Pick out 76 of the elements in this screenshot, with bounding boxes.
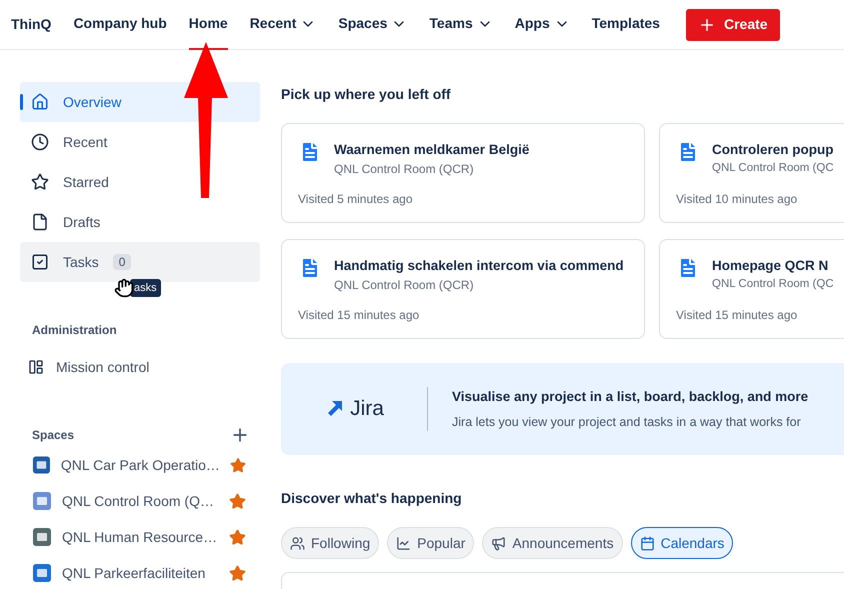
star-icon (31, 173, 49, 191)
space-item[interactable]: QNL Human Resource… (20, 519, 260, 555)
sidebar-item-label: Starred (63, 172, 109, 192)
page-title: Waarnemen meldkamer België (334, 141, 530, 159)
page-card[interactable]: Handmatig schakelen intercom via commend QNL Control Room (QCR) Visited 15 minutes ago (281, 239, 645, 339)
selection-indicator (20, 94, 23, 110)
space-avatar-icon (32, 455, 51, 475)
space-item[interactable]: QNL Control Room (Q… (20, 483, 260, 519)
filter-chip[interactable]: Announcements (482, 527, 623, 559)
space-label: QNL Car Park Operatio… (60, 456, 220, 475)
banner-text: Jira lets you view your project and tasks in a way that works for (452, 414, 802, 431)
star-icon[interactable] (229, 492, 246, 510)
space-label: QNL Parkeerfaciliteiten (62, 564, 206, 583)
section-heading: Administration (31, 322, 118, 339)
page-card[interactable]: Waarnemen meldkamer België QNL Control Room (QCR) Visited 5 minutes ago (281, 123, 645, 223)
space-name: QNL Control Room (QCR) (334, 277, 475, 294)
tooltip: asks (130, 279, 161, 297)
nav-tab[interactable]: Spaces (338, 0, 408, 50)
nav-tab[interactable]: Templates (592, 0, 660, 50)
page-card[interactable]: Homepage QCR N QNL Control Room (QC Visited 15 minutes ago (659, 239, 844, 339)
filter-chip[interactable]: Popular (387, 527, 474, 559)
banner-title: Visualise any project in a list, board, backlog, and more (452, 388, 808, 406)
nav-tab[interactable]: Teams (429, 0, 493, 50)
brand-link[interactable]: ThinQ (11, 14, 52, 35)
sidebar-item[interactable]: Tasks 0 (20, 242, 260, 282)
space-avatar-icon (32, 527, 52, 547)
count-badge: 0 (112, 254, 132, 270)
megaphone-icon (491, 536, 506, 550)
section-title: Pick up where you left off (281, 85, 452, 104)
visited-time: Visited 10 minutes ago (676, 190, 798, 208)
nav-tab[interactable]: Apps (514, 0, 570, 50)
nav-tab[interactable]: Recent (250, 0, 316, 50)
hand-cursor-icon (114, 278, 134, 298)
layout-icon (28, 359, 44, 375)
space-name: QNL Control Room (QC (712, 277, 834, 292)
page-title: Handmatig schakelen intercom via commend (334, 257, 624, 275)
nav-tab[interactable]: Company hub (73, 0, 167, 50)
page-title: Controleren popup (712, 141, 834, 159)
space-item[interactable]: QNL Car Park Operatio… (20, 447, 260, 483)
sidebar-item[interactable]: Mission control (20, 347, 260, 387)
space-avatar-icon (32, 563, 52, 583)
space-name: QNL Control Room (QC (712, 161, 834, 176)
sidebar-item-label: Overview (63, 92, 122, 112)
space-label: QNL Human Resource… (62, 528, 218, 547)
sidebar-item-label: Tasks (63, 252, 99, 272)
chart-icon (396, 536, 412, 550)
space-label: QNL Control Room (Q… (62, 492, 215, 511)
clock-icon (31, 133, 49, 151)
space-name: QNL Control Room (QCR) (334, 161, 475, 178)
filter-chip[interactable]: Calendars (630, 527, 734, 559)
section-title: Discover what's happening (281, 489, 463, 508)
space-item[interactable]: QNL Parkeerfaciliteiten (20, 555, 260, 589)
sidebar-item[interactable]: Recent (20, 122, 260, 162)
page-title: Homepage QCR N (712, 257, 830, 275)
filter-chip[interactable]: Following (281, 527, 380, 559)
sidebar-item-label: Recent (63, 132, 108, 152)
visited-time: Visited 15 minutes ago (676, 306, 798, 324)
jira-logo-text: Jira (350, 396, 384, 422)
star-icon[interactable] (229, 528, 246, 546)
visited-time: Visited 15 minutes ago (298, 307, 420, 324)
calendar-icon (640, 536, 655, 550)
visited-time: Visited 5 minutes ago (298, 191, 414, 208)
star-icon[interactable] (230, 456, 246, 474)
space-avatar-icon (32, 491, 52, 511)
home-icon (31, 93, 49, 111)
sidebar-item[interactable]: Drafts (20, 202, 260, 242)
create-button[interactable]: Create (686, 8, 780, 40)
people-icon (290, 536, 305, 550)
page-card[interactable]: Controleren popup QNL Control Room (QC Visited 10 minutes ago (659, 123, 844, 223)
section-heading: Spaces (32, 427, 74, 444)
checkbox-icon (31, 253, 49, 271)
sidebar-item-label: Drafts (63, 212, 100, 232)
star-icon[interactable] (229, 564, 246, 582)
sidebar-item[interactable]: Overview (20, 82, 260, 122)
sidebar-item[interactable]: Starred (20, 162, 260, 202)
document-icon (31, 213, 49, 231)
